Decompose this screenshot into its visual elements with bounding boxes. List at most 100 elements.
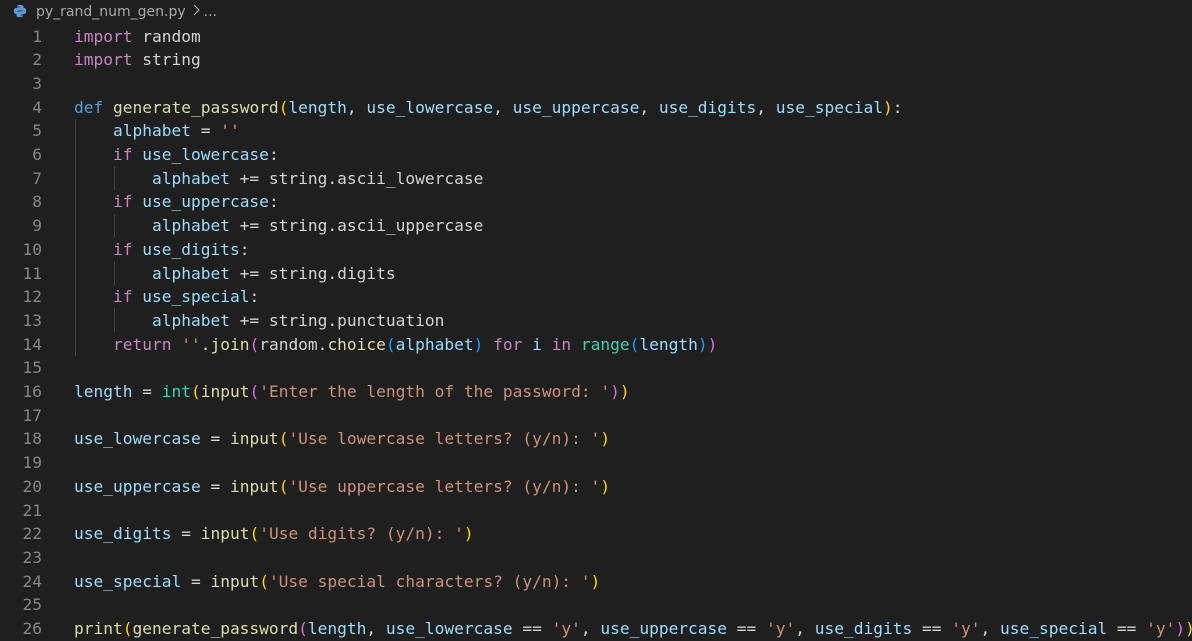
code-token: import xyxy=(74,26,133,46)
code-token: 'Enter the length of the password: ' xyxy=(259,382,611,401)
code-text[interactable]: use_digits = input('Use digits? (y/n): '… xyxy=(74,524,474,543)
code-token: use_lowercase xyxy=(142,145,269,164)
code-line[interactable]: 10 if use_digits: xyxy=(0,237,1192,261)
line-number: 13 xyxy=(22,310,43,330)
code-text[interactable]: return ''.join(random.choice(alphabet) f… xyxy=(74,335,717,354)
code-text[interactable]: use_uppercase = input('Use uppercase let… xyxy=(74,477,610,496)
code-text[interactable]: alphabet += string.ascii_lowercase xyxy=(74,169,483,188)
code-line[interactable]: 18 use_lowercase = input('Use lowercase l… xyxy=(0,427,1192,451)
code-line[interactable]: 22 use_digits = input('Use digits? (y/n):… xyxy=(0,522,1192,546)
breadcrumb-symbol-ellipsis[interactable]: ... xyxy=(204,4,217,20)
code-text[interactable]: if use_special: xyxy=(74,287,259,306)
code-text[interactable]: use_lowercase = input('Use lowercase let… xyxy=(74,429,610,448)
code-token: ) xyxy=(1175,619,1186,638)
code-line[interactable]: 20 use_uppercase = input('Use uppercase l… xyxy=(0,474,1192,498)
code-token: , xyxy=(980,619,1000,638)
code-token: = xyxy=(132,382,162,401)
code-line[interactable]: 6 if use_lowercase: xyxy=(0,143,1192,167)
code-token: length xyxy=(307,619,367,638)
code-text[interactable]: alphabet += string.ascii_uppercase xyxy=(74,216,483,235)
code-line[interactable]: 12 if use_special: xyxy=(0,285,1192,309)
code-token: 'Use lowercase letters? (y/n): ' xyxy=(288,429,601,449)
code-token: ( xyxy=(278,476,289,496)
code-token: ) xyxy=(473,334,484,354)
code-token: : xyxy=(239,239,250,259)
code-text[interactable]: length = int(input('Enter the length of … xyxy=(74,382,630,401)
code-line[interactable]: 5 alphabet = '' xyxy=(0,119,1192,143)
code-line[interactable]: 11 alphabet += string.digits xyxy=(0,261,1192,285)
code-line[interactable]: 17 xyxy=(0,403,1192,427)
code-line[interactable]: 26 print(generate_password(length, use_lo… xyxy=(0,617,1192,641)
code-line[interactable]: 24 use_special = input('Use special chara… xyxy=(0,569,1192,593)
python-file-icon xyxy=(13,4,29,20)
code-token: = xyxy=(181,571,211,591)
code-line[interactable]: 23 xyxy=(0,545,1192,569)
code-text[interactable]: print(generate_password(length, use_lowe… xyxy=(74,619,1192,638)
code-token: if xyxy=(112,192,133,212)
code-token: alphabet xyxy=(151,263,230,283)
code-token: use_lowercase xyxy=(366,97,494,117)
code-line[interactable]: 19 xyxy=(0,451,1192,475)
code-line[interactable]: 3 xyxy=(0,71,1192,95)
code-text[interactable]: import string xyxy=(74,50,201,69)
code-token: 'y' xyxy=(951,619,981,638)
code-line[interactable]: 14 return ''.join(random.choice(alphabet… xyxy=(0,332,1192,356)
code-token: int xyxy=(161,382,191,401)
code-line[interactable]: 2 import string xyxy=(0,48,1192,72)
code-text[interactable]: def generate_password(length, use_lowerc… xyxy=(74,98,903,117)
code-token: random xyxy=(132,26,201,46)
breadcrumb: py_rand_num_gen.py ... xyxy=(0,0,1192,24)
code-token: use_digits xyxy=(142,239,240,259)
code-token: generate_password xyxy=(132,619,299,638)
line-number: 19 xyxy=(22,453,43,473)
code-token: ( xyxy=(278,97,289,117)
code-token: if xyxy=(112,287,133,307)
code-token: ) xyxy=(600,429,611,449)
code-token: : xyxy=(268,192,279,212)
code-token: ) xyxy=(619,382,630,401)
code-text[interactable]: import random xyxy=(74,27,201,46)
code-line[interactable]: 8 if use_uppercase: xyxy=(0,190,1192,214)
code-token: print xyxy=(74,619,123,638)
code-token: ) xyxy=(610,382,620,401)
code-token: , xyxy=(795,619,815,638)
code-line[interactable]: 7 alphabet += string.ascii_lowercase xyxy=(0,166,1192,190)
code-text[interactable]: alphabet += string.digits xyxy=(74,264,396,283)
code-text[interactable]: alphabet += string.punctuation xyxy=(74,311,444,330)
line-number: 2 xyxy=(32,50,42,70)
code-token: return xyxy=(112,334,172,354)
code-token: use_uppercase xyxy=(600,619,728,638)
code-line[interactable]: 4 def generate_password(length, use_lower… xyxy=(0,95,1192,119)
code-token: : xyxy=(249,287,260,307)
code-line[interactable]: 13 alphabet += string.punctuation xyxy=(0,308,1192,332)
code-token: for xyxy=(493,334,523,354)
breadcrumb-file-name[interactable]: py_rand_num_gen.py xyxy=(36,4,186,20)
code-line[interactable]: 15 xyxy=(0,356,1192,380)
code-text[interactable]: if use_uppercase: xyxy=(74,192,279,211)
code-token: 'y' xyxy=(1146,619,1176,638)
code-token: range xyxy=(580,334,630,354)
code-text[interactable]: use_special = input('Use special charact… xyxy=(74,572,600,591)
code-text[interactable]: if use_digits: xyxy=(74,240,249,259)
code-token: ( xyxy=(249,382,260,401)
code-token: ( xyxy=(278,429,289,449)
code-text[interactable]: if use_lowercase: xyxy=(74,145,279,164)
line-number: 9 xyxy=(32,216,42,236)
code-line[interactable]: 9 alphabet += string.ascii_uppercase xyxy=(0,214,1192,238)
code-token: . xyxy=(200,334,211,354)
code-token: use_special xyxy=(74,571,182,591)
code-line[interactable]: 1 import random xyxy=(0,24,1192,48)
code-line[interactable]: 25 xyxy=(0,593,1192,617)
code-line[interactable]: 21 xyxy=(0,498,1192,522)
code-token: choice xyxy=(327,334,386,354)
indent-guide xyxy=(114,213,115,238)
code-editor[interactable]: 1 import random 2 import string 3 4 def genera… xyxy=(0,24,1192,641)
code-line[interactable]: 16 length = int(input('Enter the length o… xyxy=(0,380,1192,404)
code-text[interactable]: alphabet = '' xyxy=(74,121,240,140)
